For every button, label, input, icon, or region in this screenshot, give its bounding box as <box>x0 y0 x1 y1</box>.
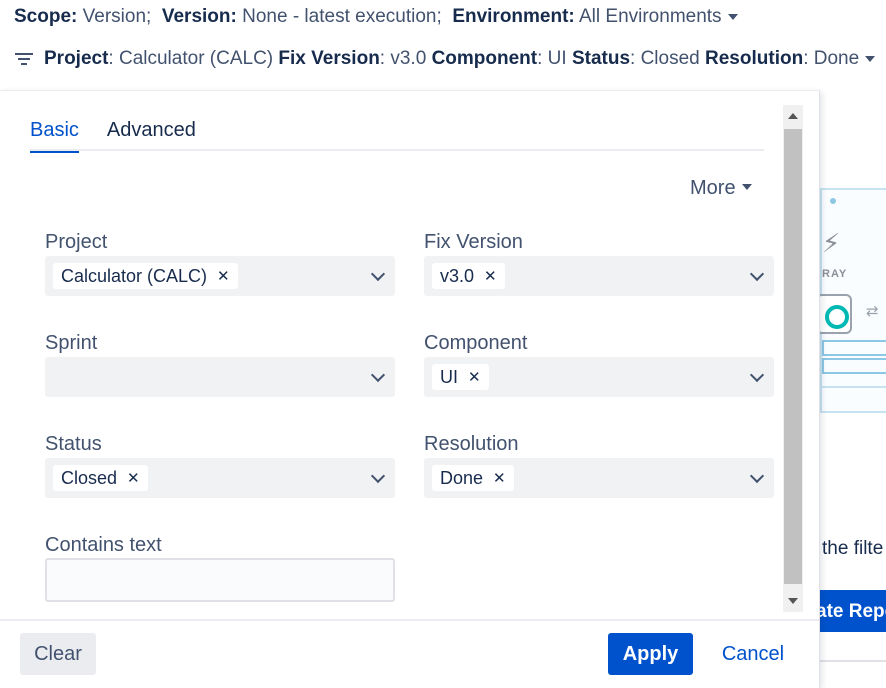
filter-panel: Basic Advanced More Project Calculator (… <box>0 90 820 688</box>
status-summary-label: Status <box>571 48 631 69</box>
record-icon <box>816 294 852 334</box>
resolution-summary-value: : Done <box>803 48 860 69</box>
contains-text-field-label: Contains text <box>45 534 162 556</box>
project-chip: Calculator (CALC) ✕ <box>53 263 238 289</box>
project-summary-label: Project <box>44 48 109 69</box>
scope-bar[interactable]: Scope: Version; Version: None - latest e… <box>14 6 738 28</box>
project-field-label: Project <box>45 231 108 253</box>
caret-down-icon <box>741 183 752 190</box>
chevron-down-icon[interactable] <box>749 468 765 484</box>
resolution-field-label: Resolution <box>424 433 519 455</box>
illustration-bar <box>822 358 886 374</box>
scrollbar-thumb[interactable] <box>784 129 802 584</box>
environment-value: All Environments <box>579 6 722 27</box>
chip-label: Calculator (CALC) <box>61 265 208 286</box>
version-label: Version: <box>161 6 237 27</box>
status-select[interactable]: Closed ✕ <box>45 458 395 498</box>
fix-version-chip: v3.0 ✕ <box>432 263 505 289</box>
status-chip: Closed ✕ <box>53 465 148 491</box>
component-select[interactable]: UI ✕ <box>424 357 774 397</box>
fix-version-summary-value: : v3.0 <box>379 48 427 69</box>
scrollbar[interactable] <box>783 105 803 612</box>
swap-arrows-icon: ⇄ <box>866 303 879 320</box>
chip-label: v3.0 <box>440 265 475 286</box>
remove-chip-icon[interactable]: ✕ <box>468 368 481 386</box>
chevron-down-icon[interactable] <box>749 367 765 383</box>
remove-chip-icon[interactable]: ✕ <box>484 267 497 285</box>
more-fields-button[interactable]: More <box>690 177 752 200</box>
clear-button[interactable]: Clear <box>20 633 96 675</box>
panel-footer: Clear Apply Cancel <box>0 619 819 688</box>
illustration-divider <box>822 386 886 388</box>
scroll-down-arrow-icon[interactable] <box>788 598 798 604</box>
cancel-button[interactable]: Cancel <box>708 633 798 675</box>
component-field-label: Component <box>424 332 528 354</box>
project-select[interactable]: Calculator (CALC) ✕ <box>45 256 395 296</box>
project-summary-value: : Calculator (CALC) <box>108 48 274 69</box>
filter-summary[interactable]: Project: Calculator (CALC) Fix Version: … <box>14 48 876 70</box>
scope-label: Scope: <box>14 6 78 27</box>
status-field-label: Status <box>45 433 102 455</box>
scroll-up-arrow-icon[interactable] <box>788 113 798 119</box>
remove-chip-icon[interactable]: ✕ <box>127 469 140 487</box>
filter-summary-text: Project: Calculator (CALC) Fix Version: … <box>44 48 859 70</box>
illustration-bar <box>822 340 886 356</box>
sprint-field-label: Sprint <box>45 332 98 354</box>
fix-version-summary-label: Fix Version <box>278 48 380 69</box>
filter-icon <box>14 51 34 67</box>
chevron-down-icon[interactable] <box>370 468 386 484</box>
fix-version-select[interactable]: v3.0 ✕ <box>424 256 774 296</box>
environment-label: Environment: <box>452 6 575 27</box>
scope-value: Version; <box>82 6 152 27</box>
apply-button[interactable]: Apply <box>608 633 693 675</box>
chevron-down-icon[interactable] <box>749 266 765 282</box>
contains-text-input[interactable] <box>45 558 395 602</box>
component-chip: UI ✕ <box>432 364 489 390</box>
component-summary-label: Component <box>431 48 538 69</box>
chevron-down-icon <box>865 56 876 62</box>
background-text: the filte <box>822 538 884 559</box>
resolution-summary-label: Resolution <box>705 48 804 69</box>
brand-text: RAY <box>822 268 848 280</box>
remove-chip-icon[interactable]: ✕ <box>493 469 506 487</box>
chip-label: Done <box>440 467 484 488</box>
chevron-down-icon <box>727 13 738 20</box>
filter-tabs: Basic Advanced <box>30 119 764 153</box>
sprint-select[interactable] <box>45 357 395 397</box>
chip-label: UI <box>440 366 458 387</box>
chevron-down-icon[interactable] <box>370 367 386 383</box>
create-report-button[interactable]: ate Repo <box>812 590 886 632</box>
tab-advanced[interactable]: Advanced <box>107 119 196 151</box>
status-summary-value: : Closed <box>630 48 700 69</box>
bolt-icon: ⚡ <box>822 228 841 258</box>
report-illustration: ⚡ RAY ⇄ <box>816 188 886 413</box>
version-value: None - latest execution; <box>242 6 442 27</box>
resolution-select[interactable]: Done ✕ <box>424 458 774 498</box>
tab-basic[interactable]: Basic <box>30 119 79 153</box>
remove-chip-icon[interactable]: ✕ <box>217 267 230 285</box>
component-summary-value: : UI <box>537 48 567 69</box>
chip-label: Closed <box>61 467 118 488</box>
resolution-chip: Done ✕ <box>432 465 514 491</box>
chevron-down-icon[interactable] <box>370 266 386 282</box>
background-divider <box>820 660 886 662</box>
fix-version-field-label: Fix Version <box>424 231 523 253</box>
dot-icon <box>830 198 836 204</box>
more-label: More <box>690 177 736 199</box>
